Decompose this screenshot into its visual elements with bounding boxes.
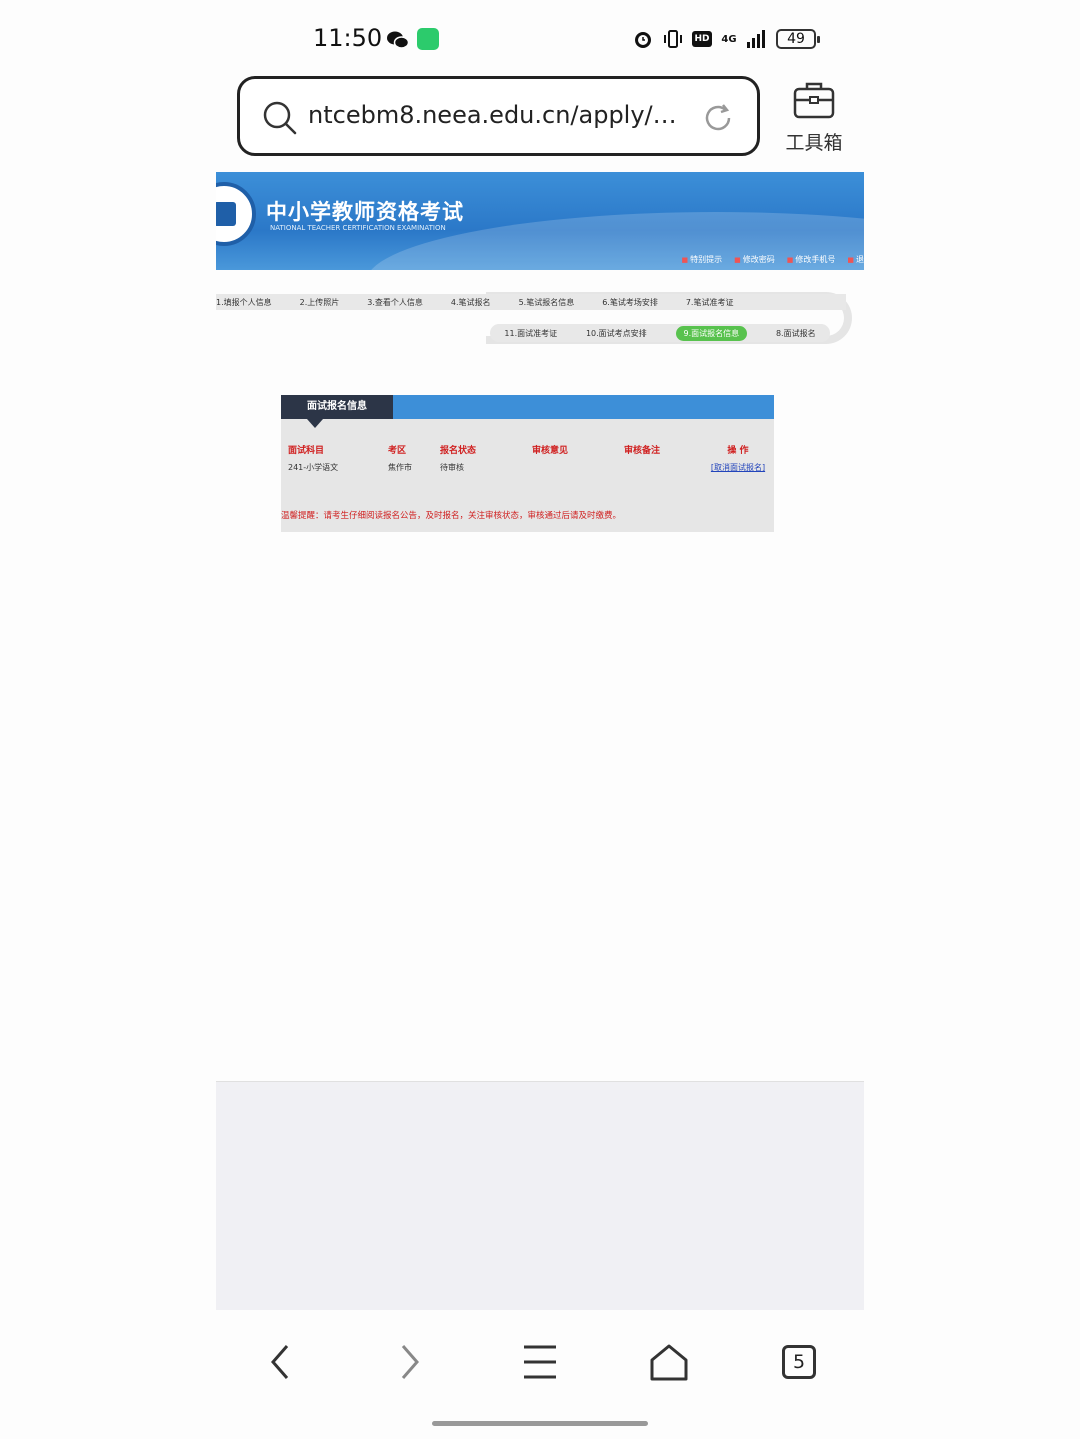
step-2[interactable]: 2.上传照片	[300, 297, 340, 308]
toolbox-label: 工具箱	[785, 132, 843, 154]
menu-button[interactable]	[516, 1338, 564, 1386]
steps-row-1: 1.填报个人信息 2.上传照片 3.查看个人信息 4.笔试报名 5.笔试报名信息…	[216, 294, 846, 310]
step-1[interactable]: 1.填报个人信息	[216, 297, 272, 308]
site-banner: 中小学教师资格考试 NATIONAL TEACHER CERTIFICATION…	[216, 172, 864, 270]
step-4[interactable]: 4.笔试报名	[451, 297, 491, 308]
col-subject: 面试科目	[288, 446, 325, 456]
search-icon	[263, 101, 297, 135]
col-action: 操 作	[727, 446, 749, 456]
chevron-right-icon	[401, 1345, 419, 1379]
col-status: 报名状态	[440, 446, 477, 456]
header-links: 特别提示 修改密码 修改手机号 退	[682, 254, 864, 265]
hd-icon: HD	[692, 31, 712, 47]
table-row: 241-小学语文 焦作市 待审核 [取消面试报名]	[285, 462, 771, 473]
reload-icon[interactable]	[701, 101, 735, 135]
forward-button[interactable]	[386, 1338, 434, 1386]
steps-row-2: 11.面试准考证 10.面试考点安排 9.面试报名信息 8.面试报名	[490, 324, 830, 342]
interview-registration-panel: 面试报名信息 面试科目 考区 报名状态 审核意见 审核备注 操 作 241-小学…	[281, 395, 774, 532]
header-link-logout[interactable]: 退	[847, 254, 864, 265]
step-10[interactable]: 10.面试考点安排	[586, 328, 647, 339]
reminder-notice: 温馨提醒：请考生仔细阅读报名公告，及时报名，关注审核状态，审核通过后请及时缴费。	[281, 511, 622, 521]
tab-count-badge: 5	[782, 1345, 816, 1379]
col-area: 考区	[388, 446, 407, 456]
site-subtitle: NATIONAL TEACHER CERTIFICATION EXAMINATI…	[270, 224, 446, 232]
step-7[interactable]: 7.笔试准考证	[686, 297, 734, 308]
back-button[interactable]	[256, 1338, 304, 1386]
network-label: 4G	[721, 33, 737, 45]
step-11[interactable]: 11.面试准考证	[504, 328, 557, 339]
toolbox-button[interactable]: 工具箱	[782, 80, 846, 156]
step-8[interactable]: 8.面试报名	[776, 328, 816, 339]
cell-subject: 241-小学语文	[288, 463, 339, 472]
progress-steps: 1.填报个人信息 2.上传照片 3.查看个人信息 4.笔试报名 5.笔试报名信息…	[216, 288, 852, 346]
menu-icon	[524, 1345, 556, 1379]
header-link-password[interactable]: 修改密码	[734, 254, 775, 265]
status-icons: HD 4G 49	[632, 28, 820, 50]
gesture-handle[interactable]	[432, 1421, 648, 1426]
briefcase-icon	[793, 82, 835, 119]
alarm-icon	[635, 32, 651, 48]
step-3[interactable]: 3.查看个人信息	[367, 297, 423, 308]
app-notification-icon	[417, 28, 439, 50]
home-icon	[650, 1344, 688, 1381]
header-link-phone[interactable]: 修改手机号	[787, 254, 835, 265]
registration-table: 面试科目 考区 报名状态 审核意见 审核备注 操 作 241-小学语文 焦作市 …	[285, 443, 771, 473]
url-text[interactable]: ntcebm8.neea.edu.cn/apply/m...	[308, 101, 688, 129]
tab-pointer	[307, 419, 323, 428]
chevron-left-icon	[271, 1345, 289, 1379]
signal-icon	[747, 30, 765, 48]
page-bottom-area	[216, 1081, 864, 1310]
step-6[interactable]: 6.笔试考场安排	[602, 297, 658, 308]
home-button[interactable]	[645, 1338, 693, 1386]
header-link-notice[interactable]: 特别提示	[682, 254, 722, 265]
panel-tab: 面试报名信息	[281, 395, 393, 419]
col-opinion: 审核意见	[532, 446, 569, 456]
table-header-row: 面试科目 考区 报名状态 审核意见 审核备注 操 作	[285, 443, 771, 462]
wechat-icon	[387, 31, 409, 49]
status-bar: 11:50 HD 4G 49	[216, 0, 864, 78]
tabs-button[interactable]: 5	[775, 1338, 823, 1386]
cell-status: 待审核	[440, 463, 464, 472]
address-bar[interactable]: ntcebm8.neea.edu.cn/apply/m...	[237, 76, 760, 156]
site-logo	[216, 182, 256, 246]
status-time: 11:50	[313, 24, 383, 52]
step-5[interactable]: 5.笔试报名信息	[519, 297, 575, 308]
cell-opinion	[529, 462, 621, 473]
cancel-registration-link[interactable]: [取消面试报名]	[705, 462, 771, 473]
col-remark: 审核备注	[624, 446, 661, 456]
cell-remark	[621, 462, 705, 473]
browser-nav-bar: 5	[216, 1310, 864, 1410]
phone-screen: 11:50 HD 4G 49 ntcebm8.neea.edu.cn/apply…	[216, 0, 864, 1439]
step-9-active[interactable]: 9.面试报名信息	[675, 325, 748, 341]
battery-indicator: 49	[776, 29, 820, 49]
cell-area: 焦作市	[388, 463, 412, 472]
site-title: 中小学教师资格考试	[266, 199, 464, 224]
vibrate-icon	[664, 30, 682, 48]
